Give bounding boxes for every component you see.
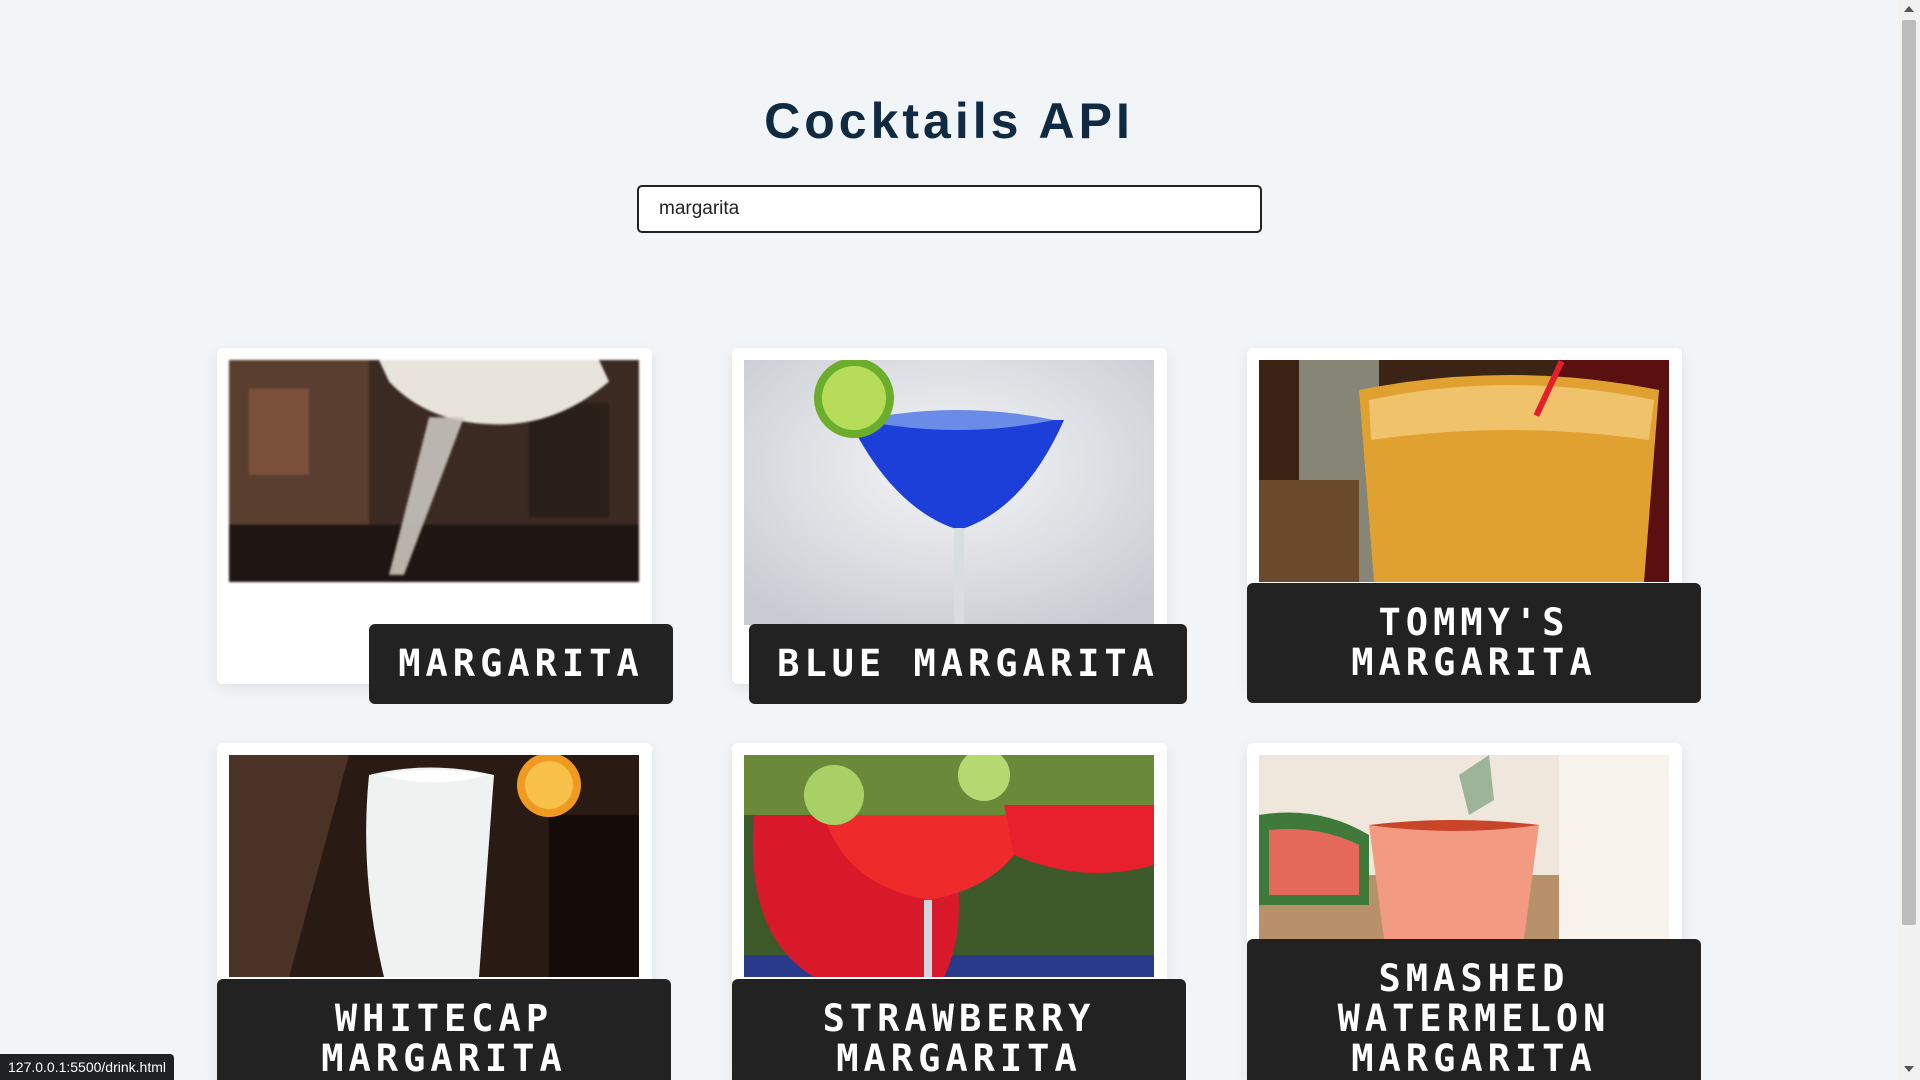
page: Cocktails API Margarita	[0, 0, 1920, 1080]
scroll-up-icon[interactable]	[1904, 6, 1914, 12]
page-title: Cocktails API	[764, 93, 1134, 149]
drink-name-label: Margarita	[369, 624, 673, 704]
drink-photo	[1259, 755, 1669, 939]
drink-name-label: Blue Margarita	[749, 624, 1187, 704]
search-input[interactable]	[637, 185, 1262, 233]
drink-photo	[744, 360, 1154, 625]
scrollbar-thumb[interactable]	[1902, 20, 1916, 925]
drink-photo	[229, 360, 639, 582]
drink-photo	[229, 755, 639, 977]
scroll-down-icon[interactable]	[1904, 1066, 1914, 1072]
status-url: 127.0.0.1:5500/drink.html	[0, 1054, 174, 1080]
drink-name-label: Tommy's Margarita	[1247, 583, 1701, 703]
drink-name-label: Whitecap Margarita	[217, 979, 671, 1080]
drink-photo	[1259, 360, 1669, 582]
vertical-scrollbar[interactable]	[1898, 0, 1920, 1080]
drink-name-label: Smashed Watermelon Margarita	[1247, 939, 1701, 1080]
drink-photo	[744, 755, 1154, 977]
drink-name-label: Strawberry Margarita	[732, 979, 1186, 1080]
